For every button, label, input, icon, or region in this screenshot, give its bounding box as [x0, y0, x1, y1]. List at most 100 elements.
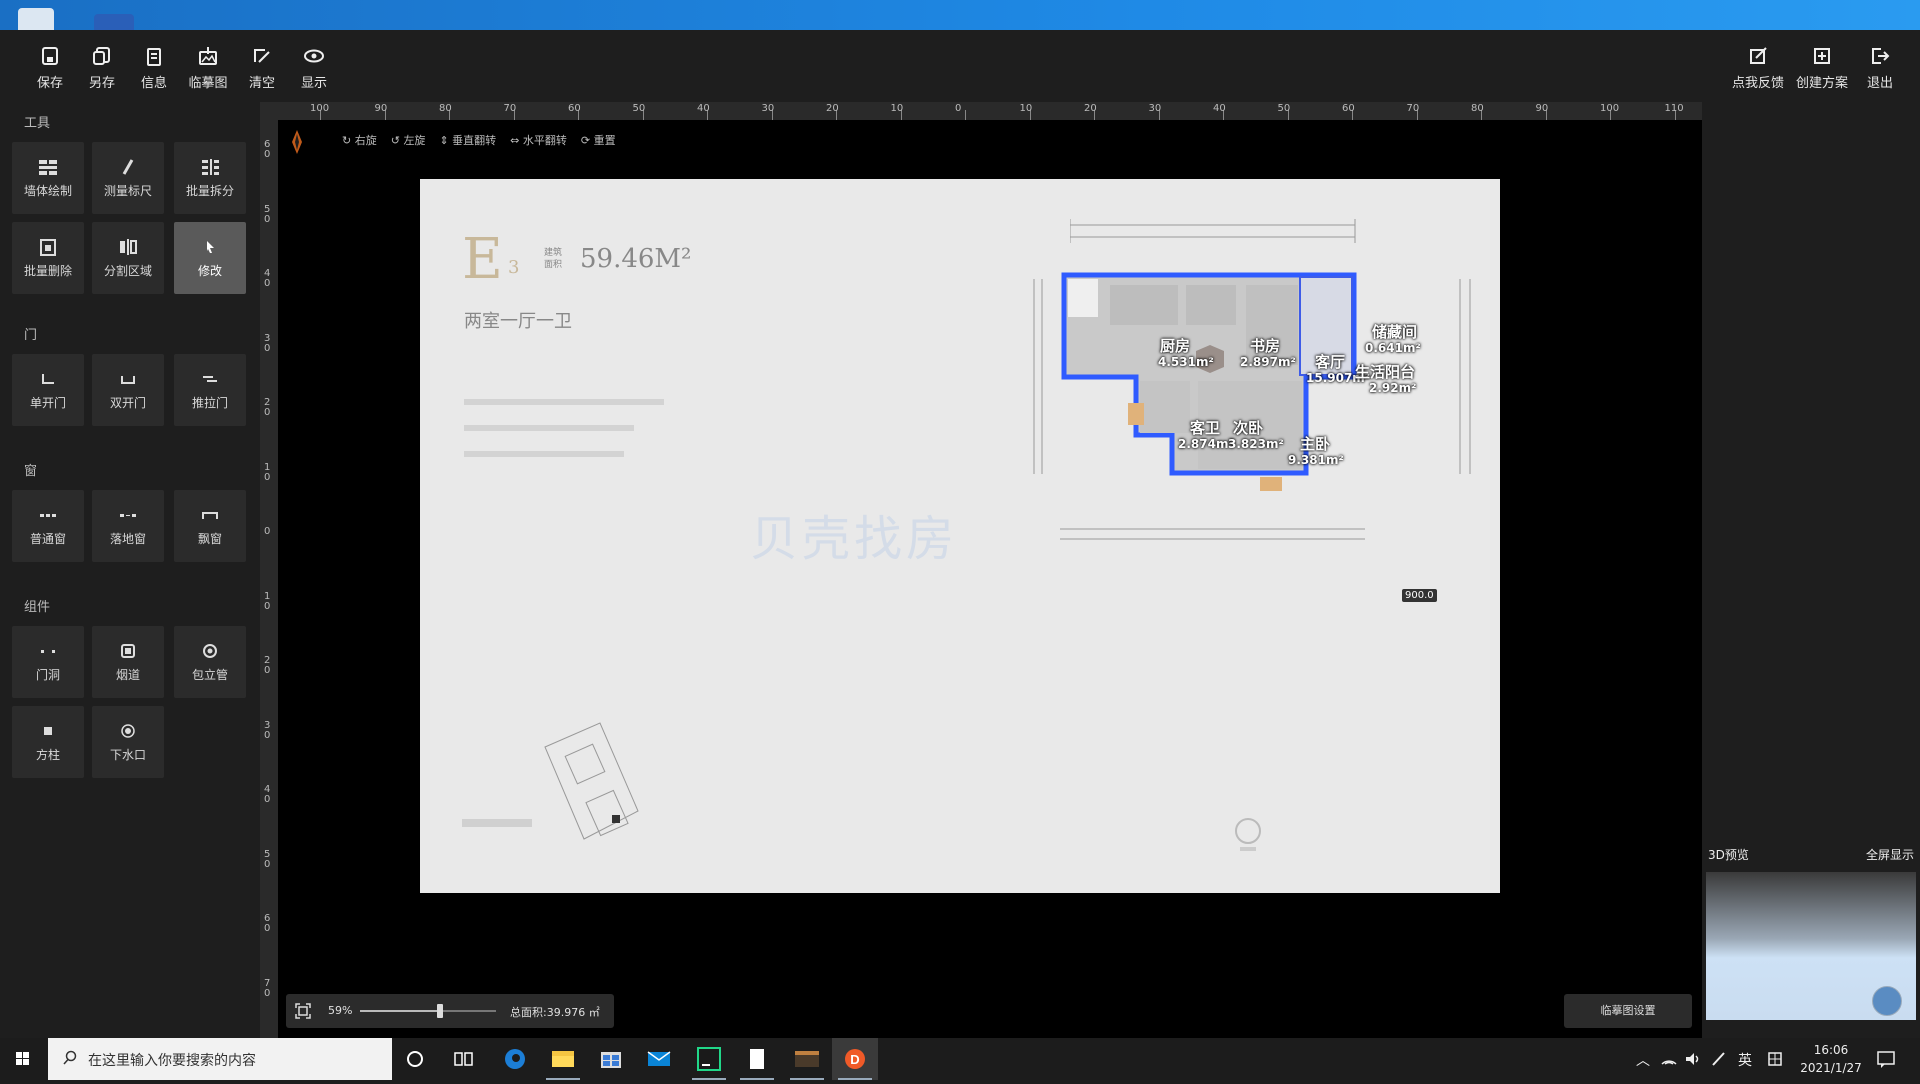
network-icon[interactable]	[1660, 1050, 1678, 1068]
save-as-button[interactable]: 另存	[76, 46, 128, 91]
zoom-slider-thumb[interactable]	[437, 1004, 444, 1018]
ime-grid-icon[interactable]	[1766, 1050, 1784, 1068]
reset-button[interactable]: ⟳ 重置	[581, 132, 616, 148]
taskbar-search-box[interactable]: 在这里输入你要搜索的内容	[48, 1038, 392, 1080]
notification-icon[interactable]	[1876, 1049, 1896, 1069]
design-canvas[interactable]: ↻ 右旋 ↺ 左旋 ⇕ 垂直翻转 ⇔ 水平翻转 ⟳ 重置 E 3 建筑 面积 59…	[278, 120, 1702, 1038]
trace-image-settings-button[interactable]: 临摹图设置	[1564, 994, 1692, 1028]
wall-draw-tool[interactable]: 墙体绘制	[12, 142, 84, 214]
eye-icon	[303, 46, 325, 66]
windows-start-icon[interactable]	[0, 1038, 46, 1080]
ruler-tick-label: 5 0	[264, 203, 271, 225]
ruler-tick-label: 70	[1406, 103, 1420, 114]
design-app-icon[interactable]: D	[832, 1038, 878, 1080]
zoom-slider[interactable]	[360, 1004, 496, 1018]
total-area-text: 总面积:39.976 ㎡	[510, 1006, 600, 1019]
double-door-tool[interactable]: 双开门	[92, 354, 164, 426]
compass-seal-icon	[1235, 818, 1261, 851]
ruler-tick-label: 90	[374, 103, 388, 114]
ruler-tick-label: 4 0	[264, 268, 271, 289]
plan-building-area: 59.46M²	[580, 244, 692, 274]
flip-vertical-button[interactable]: ⇕ 垂直翻转	[439, 132, 496, 148]
room-name-label[interactable]: 生活阳台	[1355, 361, 1415, 382]
room-name-label[interactable]: 客厅	[1315, 351, 1345, 372]
ruler-tick-label: 80	[1471, 103, 1484, 114]
pen-icon[interactable]	[1710, 1050, 1728, 1068]
app-tab-icon[interactable]	[94, 14, 134, 30]
normal-window-tool[interactable]: 普通窗	[12, 490, 84, 562]
floor-drain-tool[interactable]: 下水口	[92, 706, 164, 778]
room-area-label: 9.381m²	[1288, 453, 1344, 467]
exit-button[interactable]: 退出	[1852, 46, 1908, 91]
store-icon[interactable]	[588, 1038, 634, 1080]
floor-window-tool[interactable]: 落地窗	[92, 490, 164, 562]
measure-ruler-tool[interactable]: 测量标尺	[92, 142, 164, 214]
rotate-right-button[interactable]: ↻ 右旋	[342, 132, 377, 148]
save-button[interactable]: 保存	[24, 46, 76, 91]
windows-section-title: 窗	[24, 464, 38, 479]
room-name-label[interactable]: 储藏间	[1372, 321, 1417, 342]
feedback-button[interactable]: 点我反馈	[1730, 46, 1786, 91]
save-icon	[39, 46, 61, 66]
volume-icon[interactable]	[1684, 1050, 1702, 1068]
square-column-tool[interactable]: 方柱	[12, 706, 84, 778]
preview-control-icon[interactable]	[1872, 986, 1902, 1016]
modify-tool[interactable]: 修改	[174, 222, 246, 294]
ruler-tick-label: 5 0	[264, 848, 271, 870]
flip-horizontal-button[interactable]: ⇔ 水平翻转	[510, 132, 567, 148]
file-explorer-icon[interactable]	[540, 1038, 586, 1080]
room-name-label[interactable]: 客卫	[1190, 417, 1220, 438]
clear-button[interactable]: 清空	[236, 46, 288, 91]
bottom-dimension-lines	[1060, 528, 1365, 540]
fullscreen-button[interactable]: 全屏显示	[1866, 846, 1914, 863]
room-area-label: 3.823m²	[1228, 437, 1284, 451]
door-opening-tool[interactable]: 门洞	[12, 626, 84, 698]
bay-window-tool[interactable]: 飘窗	[174, 490, 246, 562]
pycharm-icon[interactable]	[686, 1038, 732, 1080]
info-button[interactable]: 信息	[128, 46, 180, 91]
create-plan-button[interactable]: 创建方案	[1794, 46, 1850, 91]
3d-preview-viewport[interactable]	[1706, 872, 1916, 1020]
batch-split-tool[interactable]: 批量拆分	[174, 142, 246, 214]
trace-image-button[interactable]: 临摹图	[182, 46, 234, 91]
flue-tool[interactable]: 烟道	[92, 626, 164, 698]
app-window-icon[interactable]	[784, 1038, 830, 1080]
fit-view-icon[interactable]	[294, 1002, 312, 1020]
sliding-door-tool[interactable]: 推拉门	[174, 354, 246, 426]
ime-language[interactable]: 英	[1738, 1050, 1752, 1070]
room-name-label[interactable]: 厨房	[1160, 335, 1190, 356]
ruler-tick-label: 40	[1213, 103, 1226, 114]
floor-window-icon	[117, 506, 139, 524]
top-toolbar: 保存 另存 信息 临摹图 清空 显示 点我反馈 创建方案 退出	[0, 30, 1920, 102]
room-area-label: 2.92m²	[1369, 381, 1417, 395]
pipe-enclosure-tool[interactable]: 包立管	[174, 626, 246, 698]
ruler-tick-label: 20	[1084, 103, 1097, 114]
room-name-label[interactable]: 次卧	[1233, 417, 1263, 438]
search-placeholder: 在这里输入你要搜索的内容	[88, 1053, 256, 1069]
room-name-label[interactable]: 主卧	[1300, 433, 1330, 454]
edge-browser-icon[interactable]	[492, 1038, 538, 1080]
flue-icon	[117, 642, 139, 660]
dimension-tag[interactable]: 900.0	[1402, 589, 1437, 602]
task-view-icon[interactable]	[440, 1038, 486, 1080]
site-plan-sketch	[544, 722, 639, 840]
rotate-left-button[interactable]: ↺ 左旋	[391, 132, 426, 148]
ruler-tick-label: 90	[1535, 103, 1549, 114]
delete-box-icon	[37, 238, 59, 256]
split-region-tool[interactable]: 分割区域	[92, 222, 164, 294]
room-name-label[interactable]: 书房	[1250, 335, 1280, 356]
batch-delete-tool[interactable]: 批量删除	[12, 222, 84, 294]
taskbar-clock[interactable]: 16:06 2021/1/27	[1798, 1041, 1864, 1077]
plan-code-number: 3	[508, 257, 520, 278]
compass-icon[interactable]	[290, 130, 304, 154]
ruler-tick-label: 1 0	[264, 590, 271, 612]
app-logo-icon	[18, 8, 54, 30]
ruler-tick-label: 7 0	[264, 977, 271, 999]
mail-icon[interactable]	[636, 1038, 682, 1080]
notepad-icon[interactable]	[734, 1038, 780, 1080]
display-button[interactable]: 显示	[288, 46, 340, 91]
cortana-icon[interactable]	[392, 1038, 438, 1080]
tray-expand-icon[interactable]: ︿	[1636, 1050, 1650, 1070]
single-door-tool[interactable]: 单开门	[12, 354, 84, 426]
components-section-title: 组件	[24, 600, 51, 615]
